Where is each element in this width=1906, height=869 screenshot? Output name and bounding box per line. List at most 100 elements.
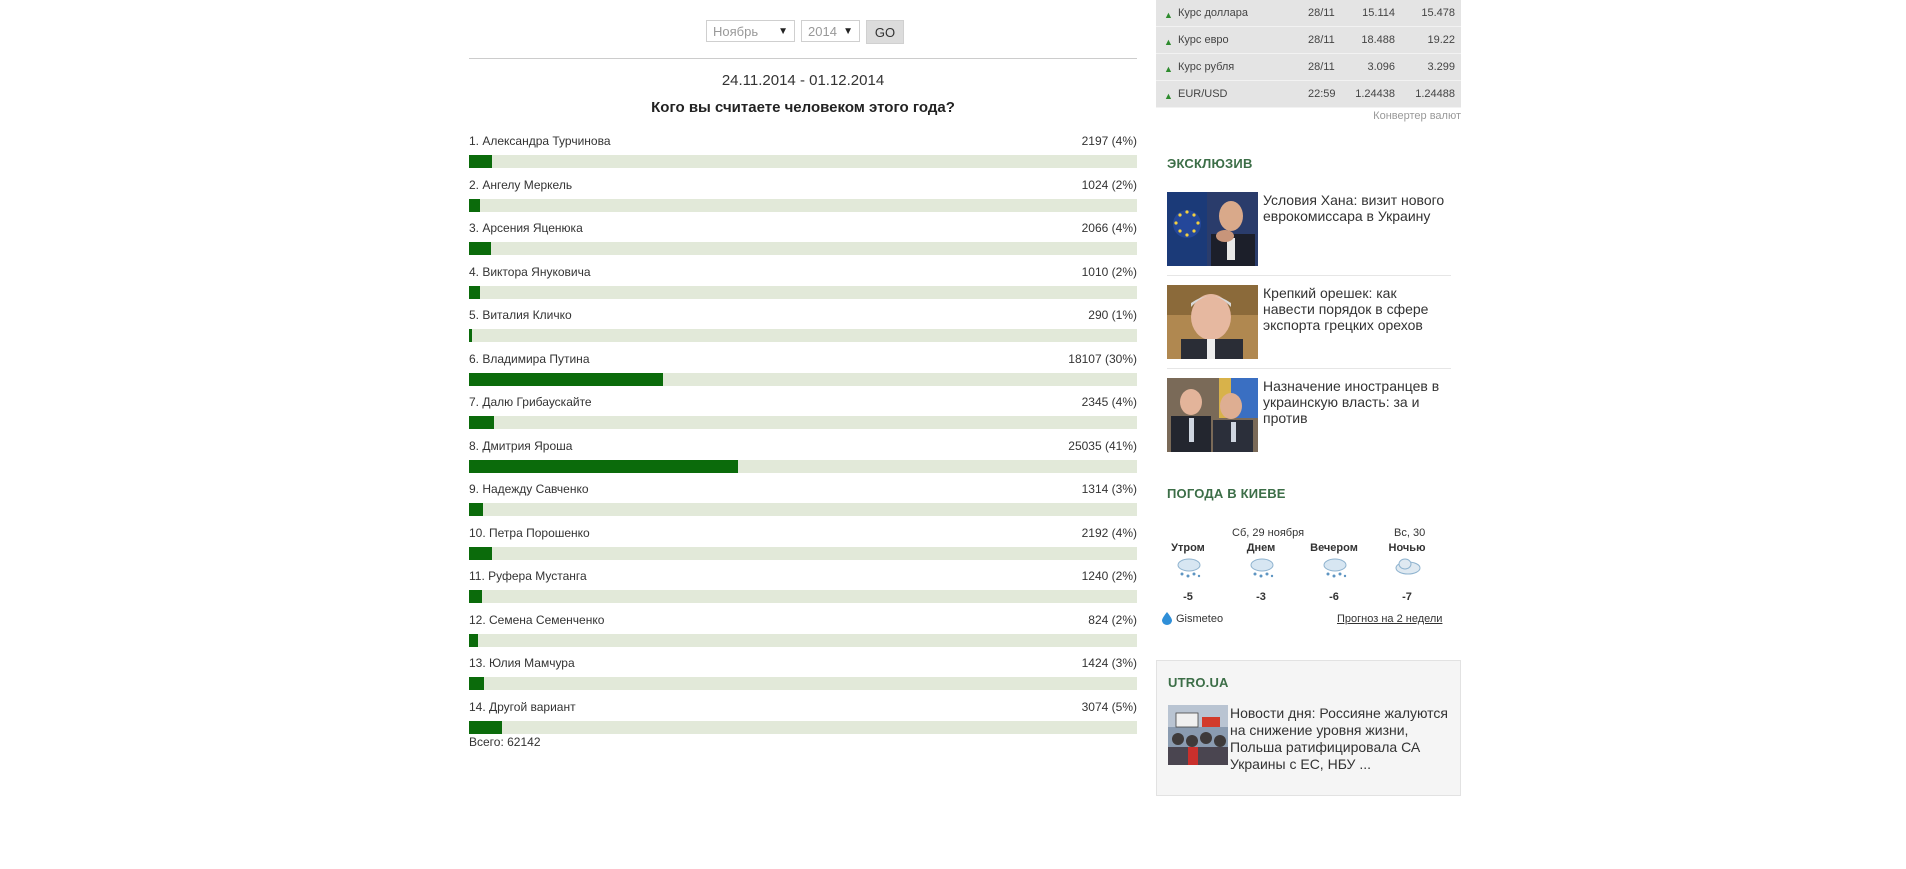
weather-period-label: Вечером bbox=[1310, 542, 1358, 554]
currency-date: 28/11 bbox=[1308, 34, 1335, 46]
currency-buy: 3.096 bbox=[1367, 61, 1395, 73]
poll-question: Кого вы считаете человеком этого года? bbox=[651, 99, 955, 116]
divider bbox=[469, 58, 1137, 59]
year-select[interactable]: 2014 ▼ bbox=[801, 20, 860, 42]
news-item[interactable]: Крепкий орешек: как навести порядок в сф… bbox=[1167, 285, 1451, 359]
option-bar-track bbox=[469, 198, 1137, 212]
option-count: 18107 (30%) bbox=[1068, 351, 1137, 366]
option-count: 3074 (5%) bbox=[1081, 699, 1137, 714]
currency-row: ▲ Курс рубля 28/11 3.096 3.299 bbox=[1156, 54, 1461, 81]
two-week-forecast-link[interactable]: Прогноз на 2 недели bbox=[1337, 613, 1442, 625]
currency-table: ▲ Курс доллара 28/11 15.114 15.478 ▲ Кур… bbox=[1156, 0, 1461, 108]
dropdown-arrow-icon: ▼ bbox=[843, 25, 853, 37]
option-label: 6. Владимира Путина bbox=[469, 351, 590, 366]
weather-period-label: Ночью bbox=[1388, 542, 1426, 554]
option-label: 1. Александра Турчинова bbox=[469, 134, 611, 148]
option-label: 10. Петра Порошенко bbox=[469, 525, 590, 540]
gismeteo-link[interactable]: Gismeteo bbox=[1162, 612, 1223, 625]
news-item[interactable]: Условия Хана: визит нового еврокомиссара… bbox=[1167, 192, 1451, 266]
currency-row: ▲ Курс доллара 28/11 15.114 15.478 bbox=[1156, 0, 1461, 27]
option-bar-track bbox=[469, 459, 1137, 473]
option-count: 1240 (2%) bbox=[1081, 569, 1137, 583]
option-bar-fill bbox=[469, 677, 485, 690]
option-bar-track bbox=[469, 677, 1137, 690]
currency-sell: 3.299 bbox=[1427, 61, 1455, 73]
news-thumbnail[interactable] bbox=[1167, 192, 1258, 266]
option-count: 1424 (3%) bbox=[1081, 656, 1137, 670]
currency-name: EUR/USD bbox=[1178, 88, 1228, 100]
currency-date: 28/11 bbox=[1308, 7, 1335, 19]
option-label: 2. Ангелу Меркель bbox=[469, 177, 573, 192]
option-bar-track bbox=[469, 329, 1137, 342]
weather-period-label: Утром bbox=[1171, 542, 1205, 554]
news-thumbnail[interactable] bbox=[1167, 285, 1258, 359]
poll-option: 6. Владимира Путина 18107 (30%) bbox=[469, 352, 1137, 396]
option-bar-fill bbox=[469, 459, 739, 473]
month-select[interactable]: Ноябрь ▼ bbox=[706, 20, 795, 42]
option-label: 13. Юлия Мамчура bbox=[469, 656, 575, 670]
weather-period-label: Днем bbox=[1246, 542, 1276, 554]
news-item[interactable]: Назначение иностранцев в украинскую влас… bbox=[1167, 378, 1451, 452]
poll-option: 2. Ангелу Меркель 1024 (2%) bbox=[469, 178, 1137, 222]
utro-section-title[interactable]: UTRO.UA bbox=[1168, 675, 1229, 690]
poll-total: Всего: 62142 bbox=[469, 735, 541, 749]
currency-name: Курс рубля bbox=[1178, 61, 1235, 73]
option-bar-fill bbox=[469, 198, 480, 212]
water-drop-icon bbox=[1162, 612, 1172, 625]
currency-row: ▲ EUR/USD 22:59 1.24438 1.24488 bbox=[1156, 81, 1461, 108]
currency-name: Курс евро bbox=[1178, 34, 1229, 46]
option-bar-track bbox=[469, 503, 1137, 516]
option-bar-fill bbox=[469, 329, 473, 342]
option-bar-fill bbox=[469, 546, 493, 560]
poll-option: 7. Далю Грибаускайте 2345 (4%) bbox=[469, 395, 1137, 439]
news-title[interactable]: Назначение иностранцев в украинскую влас… bbox=[1263, 378, 1451, 426]
currency-sell: 15.478 bbox=[1421, 7, 1455, 19]
option-bar-fill bbox=[469, 242, 492, 255]
weather-section-title[interactable]: ПОГОДА В КИЕВЕ bbox=[1167, 486, 1286, 501]
option-bar-track bbox=[469, 720, 1137, 734]
option-label: 9. Надежду Савченко bbox=[469, 482, 589, 496]
currency-converter-link[interactable]: Конвертер валют bbox=[1373, 110, 1461, 122]
news-title[interactable]: Условия Хана: визит нового еврокомиссара… bbox=[1263, 192, 1451, 224]
up-arrow-icon: ▲ bbox=[1164, 64, 1173, 74]
option-count: 824 (2%) bbox=[1088, 612, 1137, 627]
poll-option: 9. Надежду Савченко 1314 (3%) bbox=[469, 482, 1137, 526]
up-arrow-icon: ▲ bbox=[1164, 37, 1173, 47]
go-button[interactable]: GO bbox=[866, 20, 904, 44]
option-bar-fill bbox=[469, 372, 664, 386]
snow-cloud-icon bbox=[1177, 558, 1201, 578]
poll-option: 3. Арсения Яценюка 2066 (4%) bbox=[469, 221, 1137, 265]
option-count: 290 (1%) bbox=[1088, 308, 1137, 322]
option-count: 2197 (4%) bbox=[1081, 134, 1137, 148]
currency-date: 28/11 bbox=[1308, 61, 1335, 73]
divider bbox=[1167, 368, 1451, 369]
option-label: 11. Руфера Мустанга bbox=[469, 569, 587, 583]
poll-option: 10. Петра Порошенко 2192 (4%) bbox=[469, 526, 1137, 570]
news-thumbnail[interactable] bbox=[1167, 378, 1258, 452]
option-count: 1314 (3%) bbox=[1081, 482, 1137, 496]
dropdown-arrow-icon: ▼ bbox=[778, 25, 788, 37]
option-bar-fill bbox=[469, 416, 495, 429]
weather-period: Утром bbox=[1158, 542, 1218, 554]
weather-day-label: Сб, 29 ноября bbox=[1232, 527, 1305, 539]
exclusive-section-title[interactable]: ЭКСКЛЮЗИВ bbox=[1167, 156, 1253, 171]
option-bar-fill bbox=[469, 155, 493, 168]
weather-period: Вечером bbox=[1304, 542, 1364, 554]
utro-news-text[interactable]: Новости дня: Россияне жалуются на снижен… bbox=[1168, 705, 1452, 773]
currency-sell: 19.22 bbox=[1427, 34, 1455, 46]
currency-buy: 15.114 bbox=[1362, 7, 1395, 19]
news-title[interactable]: Крепкий орешек: как навести порядок в сф… bbox=[1263, 285, 1451, 333]
option-bar-fill bbox=[469, 633, 478, 647]
currency-buy: 18.488 bbox=[1361, 34, 1395, 46]
snow-cloud-icon bbox=[1250, 558, 1274, 578]
option-count: 2066 (4%) bbox=[1081, 221, 1137, 235]
poll-option: 12. Семена Семенченко 824 (2%) bbox=[469, 613, 1137, 657]
option-label: 14. Другой вариант bbox=[469, 699, 576, 714]
year-select-value: 2014 bbox=[808, 23, 837, 39]
poll-option: 5. Виталия Кличко 290 (1%) bbox=[469, 308, 1137, 352]
option-label: 8. Дмитрия Яроша bbox=[469, 438, 573, 453]
option-count: 25035 (41%) bbox=[1068, 438, 1137, 453]
snow-cloud-icon bbox=[1323, 558, 1347, 578]
poll-option: 13. Юлия Мамчура 1424 (3%) bbox=[469, 656, 1137, 700]
poll-options-list: 1. Александра Турчинова 2197 (4%) 2. Анг… bbox=[469, 134, 1137, 743]
